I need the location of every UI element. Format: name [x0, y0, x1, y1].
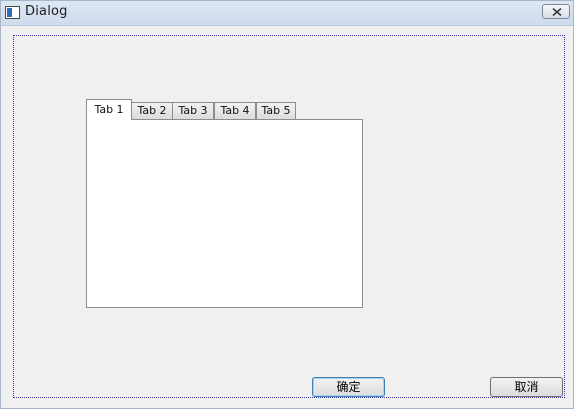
tab-2[interactable]: Tab 2 — [131, 102, 173, 119]
tab-content-pane — [86, 119, 363, 308]
tab-widget: Tab 1 Tab 2 Tab 3 Tab 4 Tab 5 — [86, 99, 363, 308]
cancel-button[interactable]: 取消 — [490, 377, 563, 397]
dialog-window: Dialog Tab 1 Tab 2 Tab 3 Tab 4 Tab 5 确定 … — [0, 0, 574, 409]
close-button[interactable] — [542, 4, 570, 19]
close-icon — [552, 8, 562, 16]
tab-4[interactable]: Tab 4 — [214, 102, 256, 119]
title-bar[interactable]: Dialog — [1, 1, 573, 26]
ok-button[interactable]: 确定 — [312, 377, 385, 397]
window-app-icon — [5, 6, 20, 19]
tab-3[interactable]: Tab 3 — [172, 102, 214, 119]
tab-5[interactable]: Tab 5 — [256, 102, 296, 119]
window-title: Dialog — [25, 4, 68, 19]
tab-1[interactable]: Tab 1 — [86, 99, 132, 120]
